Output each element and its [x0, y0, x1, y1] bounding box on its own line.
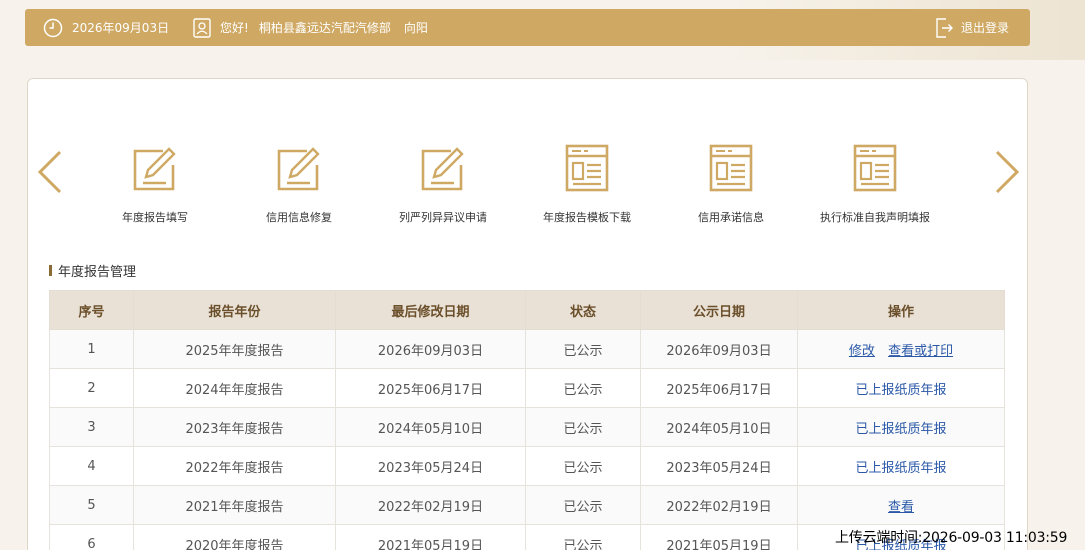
- top-bar: 2026年09月03日 您好! 桐柏县鑫远达汽配汽修部 向阳 退出登录: [25, 9, 1030, 46]
- shortcut-label: 列严列异异议申请: [399, 211, 487, 224]
- actions-cell: 已上报纸质年报: [797, 446, 1005, 486]
- shortcut-label: 信用信息修复: [266, 211, 332, 224]
- user-name: 向阳: [403, 21, 428, 35]
- table-row: 5 2021年年度报告 2022年02月19日 已公示 2022年02月19日 …: [49, 485, 1005, 525]
- carousel-prev-arrow[interactable]: [37, 150, 63, 194]
- shortcut-credit-commitment[interactable]: 信用承诺信息: [661, 143, 801, 224]
- shortcut-template-download[interactable]: 年度报告模板下载: [517, 143, 657, 224]
- shortcut-label: 信用承诺信息: [698, 211, 764, 224]
- report-year: 2024年年度报告: [133, 368, 336, 408]
- column-header: 序号: [49, 290, 134, 330]
- table-row: 1 2025年年度报告 2026年09月03日 已公示 2026年09月03日 …: [49, 329, 1005, 369]
- published-date: 2024年05月10日: [640, 407, 798, 447]
- edit-pen-icon: [133, 147, 176, 191]
- report-year: 2023年年度报告: [133, 407, 336, 447]
- published-date: 2021年05月19日: [640, 524, 798, 550]
- actions-cell: 查看: [797, 485, 1005, 525]
- section-title-text: 年度报告管理: [58, 264, 137, 280]
- current-date: 2026年09月03日: [72, 21, 170, 35]
- status: 已公示: [525, 485, 641, 525]
- paper-report-link[interactable]: 已上报纸质年报: [855, 383, 946, 398]
- column-header: 报告年份: [133, 290, 336, 330]
- status: 已公示: [525, 407, 641, 447]
- view-link[interactable]: 查看: [888, 500, 914, 515]
- report-year: 2020年年度报告: [133, 524, 336, 550]
- company-name: 桐柏县鑫远达汽配汽修部: [258, 21, 391, 35]
- greeting-text: 您好!: [220, 21, 249, 35]
- actions-cell: 已上报纸质年报: [797, 407, 1005, 447]
- table-header-row: 序号 报告年份 最后修改日期 状态 公示日期 操作: [49, 290, 1005, 330]
- paper-report-link[interactable]: 已上报纸质年报: [855, 422, 946, 437]
- edit-link[interactable]: 修改: [849, 344, 875, 359]
- actions-cell: 修改 查看或打印: [797, 329, 1005, 369]
- modified-date: 2026年09月03日: [335, 329, 526, 369]
- table-row: 2 2024年年度报告 2025年06月17日 已公示 2025年06月17日 …: [49, 368, 1005, 408]
- column-header: 公示日期: [640, 290, 798, 330]
- document-template-icon: [709, 144, 753, 192]
- view-print-link[interactable]: 查看或打印: [888, 344, 953, 359]
- shortcut-label: 执行标准自我声明填报: [820, 211, 930, 224]
- modified-date: 2024年05月10日: [335, 407, 526, 447]
- date-display: 2026年09月03日: [43, 9, 169, 46]
- shortcut-label: 年度报告模板下载: [543, 211, 631, 224]
- shortcut-annual-report-fill[interactable]: 年度报告填写: [85, 143, 225, 224]
- report-year: 2025年年度报告: [133, 329, 336, 369]
- logout-icon: [936, 17, 953, 38]
- column-header: 操作: [797, 290, 1005, 330]
- paper-report-link[interactable]: 已上报纸质年报: [855, 461, 946, 476]
- actions-cell: 已上报纸质年报: [797, 368, 1005, 408]
- table-row: 4 2022年年度报告 2023年05月24日 已公示 2023年05月24日 …: [49, 446, 1005, 486]
- report-year: 2021年年度报告: [133, 485, 336, 525]
- status: 已公示: [525, 524, 641, 550]
- clock-icon: [43, 18, 63, 37]
- section-title-marker: [49, 264, 52, 276]
- shortcut-objection-application[interactable]: 列严列异异议申请: [373, 143, 513, 224]
- published-date: 2026年09月03日: [640, 329, 798, 369]
- status: 已公示: [525, 446, 641, 486]
- column-header: 最后修改日期: [335, 290, 526, 330]
- row-number: 5: [49, 485, 134, 525]
- annual-report-table: 序号 报告年份 最后修改日期 状态 公示日期 操作 1 2025年年度报告 20…: [49, 290, 1005, 550]
- modified-date: 2023年05月24日: [335, 446, 526, 486]
- row-number: 6: [49, 524, 134, 550]
- document-template-icon: [853, 144, 897, 192]
- report-year: 2022年年度报告: [133, 446, 336, 486]
- user-info: 您好! 桐柏县鑫远达汽配汽修部 向阳: [193, 9, 428, 46]
- status: 已公示: [525, 368, 641, 408]
- edit-pen-icon: [421, 147, 464, 191]
- status: 已公示: [525, 329, 641, 369]
- document-template-icon: [565, 144, 609, 192]
- published-date: 2025年06月17日: [640, 368, 798, 408]
- logout-button[interactable]: 退出登录: [935, 9, 1009, 46]
- row-number: 3: [49, 407, 134, 447]
- modified-date: 2022年02月19日: [335, 485, 526, 525]
- upload-time-overlay: 上传云端时间:2026-09-03 11:03:59: [835, 530, 1068, 546]
- row-number: 2: [49, 368, 134, 408]
- table-row: 3 2023年年度报告 2024年05月10日 已公示 2024年05月10日 …: [49, 407, 1005, 447]
- row-number: 4: [49, 446, 134, 486]
- shortcut-label: 年度报告填写: [122, 211, 188, 224]
- shortcut-standard-declaration[interactable]: 执行标准自我声明填报: [805, 143, 945, 224]
- published-date: 2023年05月24日: [640, 446, 798, 486]
- column-header: 状态: [525, 290, 641, 330]
- modified-date: 2025年06月17日: [335, 368, 526, 408]
- logout-label: 退出登录: [961, 21, 1010, 35]
- edit-pen-icon: [277, 147, 320, 191]
- modified-date: 2021年05月19日: [335, 524, 526, 550]
- row-number: 1: [49, 329, 134, 369]
- published-date: 2022年02月19日: [640, 485, 798, 525]
- shortcut-credit-repair[interactable]: 信用信息修复: [229, 143, 369, 224]
- section-title: 年度报告管理: [49, 262, 137, 280]
- user-badge-icon: [193, 17, 211, 38]
- carousel-next-arrow[interactable]: [994, 150, 1020, 194]
